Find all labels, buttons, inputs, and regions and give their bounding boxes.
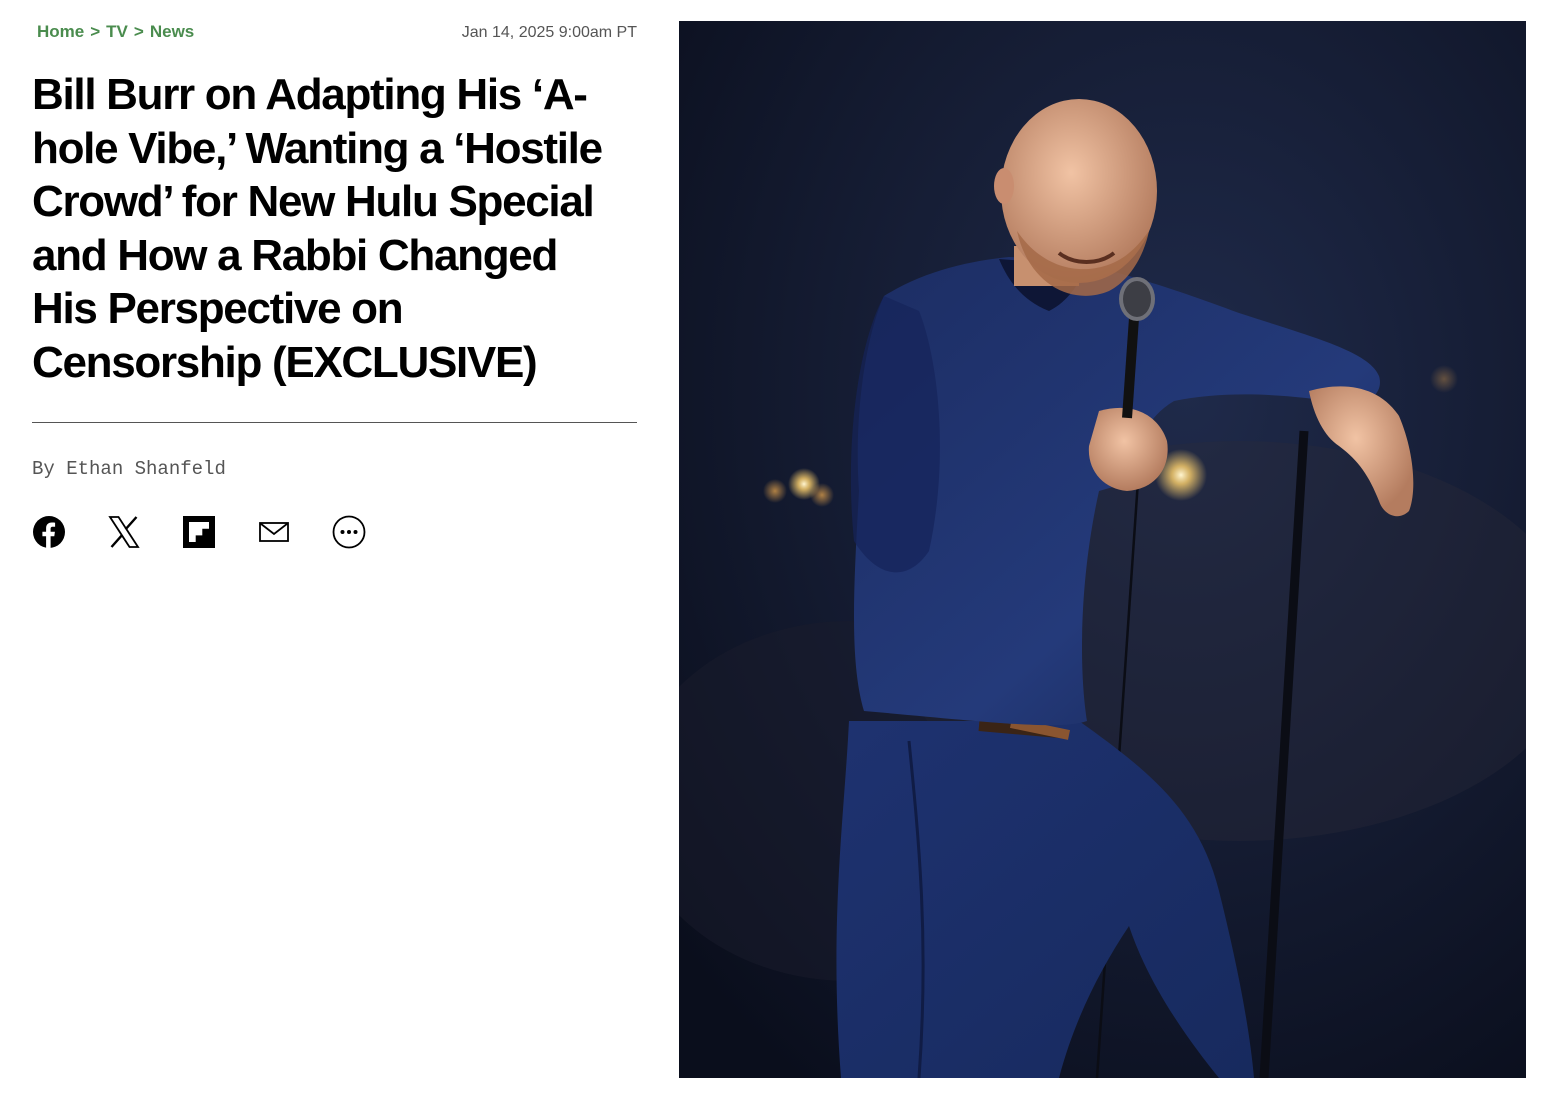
share-flipboard-button[interactable] [182,515,216,549]
facebook-icon [33,516,65,548]
breadcrumb-home[interactable]: Home [37,22,84,42]
share-more-button[interactable] [332,515,366,549]
header-divider [32,422,637,423]
share-facebook-button[interactable] [32,515,66,549]
breadcrumb-tv[interactable]: TV [106,22,128,42]
breadcrumb: Home > TV > News [37,22,194,42]
email-icon [259,522,289,542]
breadcrumb-separator: > [133,22,144,41]
more-icon [332,515,366,549]
share-x-button[interactable] [107,515,141,549]
publish-timestamp: Jan 14, 2025 9:00am PT [461,24,637,41]
byline-prefix: By [32,458,55,480]
author-link[interactable]: Ethan Shanfeld [66,458,226,480]
share-email-button[interactable] [257,515,291,549]
breadcrumb-separator: > [90,22,101,41]
hero-photo [679,21,1526,1078]
breadcrumb-news[interactable]: News [150,22,194,42]
article-topline: Home > TV > News Jan 14, 2025 9:00am PT [37,22,637,46]
x-icon [108,516,140,548]
byline: By Ethan Shanfeld [32,458,226,480]
article-headline: Bill Burr on Adapting His ‘A-hole Vibe,’… [32,70,603,387]
comedian-photo-illustration [679,21,1526,1078]
flipboard-icon [183,516,215,548]
share-bar [32,515,407,549]
